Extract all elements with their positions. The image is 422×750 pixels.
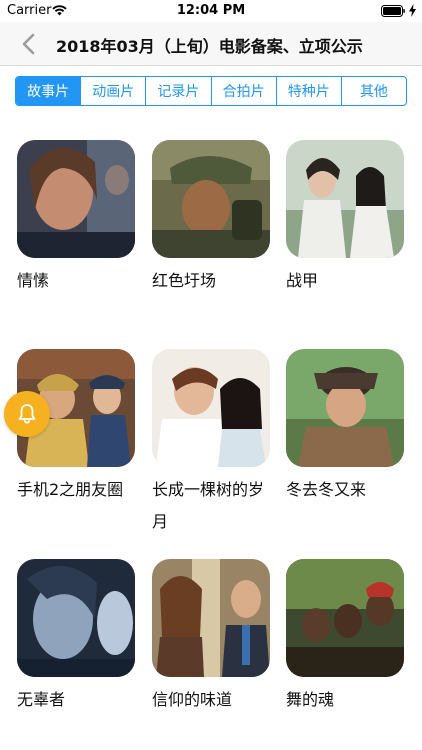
tab-label: 动画片 — [92, 84, 135, 100]
movie-poster — [286, 559, 404, 677]
movie-title: 无辜者 — [17, 690, 66, 709]
movie-poster — [17, 140, 135, 258]
movie-title: 长成一棵树的岁月 — [152, 480, 265, 531]
movie-title: 手机2之朋友圈 — [17, 480, 124, 499]
movie-poster — [286, 140, 404, 258]
tab-coproduction[interactable]: 合拍片 — [212, 77, 277, 105]
tab-label: 特种片 — [287, 84, 330, 100]
nav-bar: 2018年03月（上旬）电影备案、立项公示 — [0, 22, 422, 66]
movie-title: 战甲 — [286, 271, 319, 290]
movie-title: 信仰的味道 — [152, 690, 233, 709]
movie-item[interactable]: 舞的魂 — [286, 559, 404, 716]
movie-item[interactable]: 情愫 — [17, 140, 135, 297]
movie-poster — [152, 559, 270, 677]
movie-poster — [152, 140, 270, 258]
movie-title: 红色圩场 — [152, 271, 217, 290]
movie-poster — [17, 559, 135, 677]
movie-item[interactable]: 无辜者 — [17, 559, 135, 716]
status-bar: Carrier 12:04 PM — [0, 0, 422, 22]
movie-poster — [286, 349, 404, 467]
status-time: 12:04 PM — [176, 3, 246, 18]
movie-item[interactable]: 战甲 — [286, 140, 404, 297]
bolt-icon — [409, 4, 416, 17]
page-title: 2018年03月（上旬）电影备案、立项公示 — [56, 37, 363, 56]
tab-label: 其他 — [359, 84, 388, 100]
movie-item[interactable]: 红色圩场 — [152, 140, 270, 297]
tab-story[interactable]: 故事片 — [16, 77, 82, 105]
movie-title: 情愫 — [17, 271, 50, 290]
category-tabs: 故事片 动画片 记录片 合拍片 特种片 其他 — [15, 76, 407, 106]
tab-special[interactable]: 特种片 — [277, 77, 342, 105]
back-button[interactable] — [14, 30, 42, 58]
chevron-left-icon — [22, 33, 35, 55]
tab-animation[interactable]: 动画片 — [81, 77, 147, 105]
battery-icon — [381, 5, 405, 17]
tab-label: 故事片 — [27, 84, 70, 100]
movie-item[interactable]: 信仰的味道 — [152, 559, 270, 716]
tab-documentary[interactable]: 记录片 — [146, 77, 212, 105]
tab-label: 记录片 — [157, 84, 200, 100]
tab-other[interactable]: 其他 — [342, 77, 406, 105]
movie-title: 舞的魂 — [286, 690, 335, 709]
movie-item[interactable]: 长成一棵树的岁月 — [152, 349, 270, 538]
movie-poster — [152, 349, 270, 467]
movie-title: 冬去冬又来 — [286, 480, 367, 499]
movie-item[interactable]: 冬去冬又来 — [286, 349, 404, 506]
tab-label: 合拍片 — [222, 84, 265, 100]
notification-button[interactable] — [4, 391, 50, 437]
bell-icon — [18, 404, 36, 424]
